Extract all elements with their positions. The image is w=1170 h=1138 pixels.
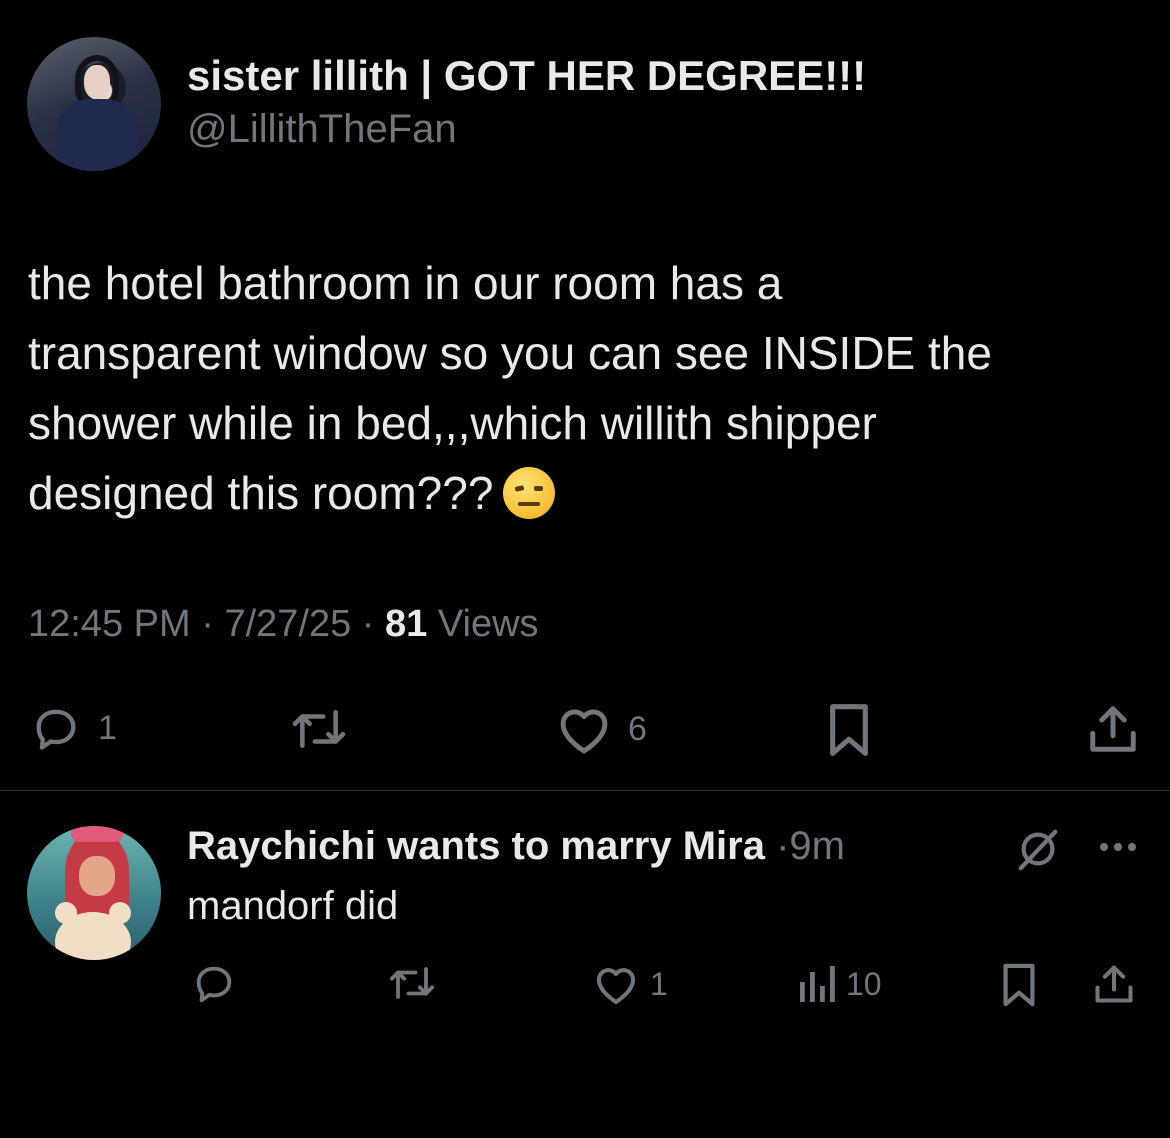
reply-separator: ·	[776, 824, 790, 868]
reply-time[interactable]: 9m	[789, 824, 845, 868]
reply-icon	[36, 709, 76, 750]
author-handle[interactable]: @LillithTheFan	[187, 107, 457, 152]
author-display-name[interactable]: sister lillith | GOT HER DEGREE!!!	[187, 52, 866, 100]
tweet-page: sister lillith | GOT HER DEGREE!!! @Lill…	[0, 0, 1170, 1138]
post-time[interactable]: 12:45 PM	[28, 603, 191, 645]
reply-views-button[interactable]: 10	[796, 964, 882, 1004]
like-icon	[597, 968, 635, 1004]
reply-button[interactable]: 1	[28, 702, 117, 754]
reply-bookmark-button[interactable]	[1000, 962, 1038, 1008]
reply-icon	[196, 966, 232, 1003]
meta-separator: ·	[201, 603, 214, 645]
reply-header: Raychichi wants to marry Mira ·9m	[187, 824, 845, 869]
post-text-line: designed this room???	[28, 458, 1138, 528]
reply-count: 1	[98, 708, 117, 747]
reply-share-button[interactable]	[1092, 962, 1136, 1006]
views-count: 81	[385, 603, 428, 645]
post-meta: 12:45 PM · 7/27/25 · 81 Views	[28, 603, 539, 646]
repost-button[interactable]	[286, 704, 352, 754]
share-icon	[1090, 706, 1136, 752]
share-icon	[1095, 965, 1133, 1003]
share-button[interactable]	[1086, 702, 1140, 756]
raised-eyebrow-emoji-icon	[503, 467, 556, 519]
grok-icon	[1018, 829, 1058, 871]
author-avatar[interactable]	[27, 37, 161, 171]
reply-like-button[interactable]: 1	[592, 962, 668, 1006]
repost-icon	[292, 710, 346, 748]
reply-views-count: 10	[846, 965, 882, 1002]
post-text-line: transparent window so you can see INSIDE…	[28, 327, 992, 379]
reply-reply-button[interactable]	[190, 960, 238, 1006]
bookmark-icon	[1003, 963, 1035, 1007]
reply-text: mandorf did	[187, 884, 399, 928]
meta-separator: ·	[361, 603, 375, 645]
reply-author-display-name[interactable]: Raychichi wants to marry Mira	[187, 824, 765, 868]
like-button[interactable]: 6	[554, 702, 647, 756]
reply-repost-button[interactable]	[384, 962, 440, 1004]
post-text-line: shower while in bed,,,which willith ship…	[28, 397, 877, 449]
post-date[interactable]: 7/27/25	[224, 603, 351, 645]
bookmark-icon	[830, 704, 868, 756]
reply-like-count: 1	[650, 965, 668, 1002]
divider	[0, 790, 1170, 791]
like-icon	[560, 709, 608, 754]
post-text-line: the hotel bathroom in our room has a	[28, 257, 783, 309]
bookmark-button[interactable]	[826, 702, 872, 758]
reply-author-avatar[interactable]	[27, 826, 161, 960]
views-icon	[800, 966, 835, 1002]
grok-button[interactable]	[1014, 826, 1062, 872]
views-label: Views	[437, 603, 539, 645]
post-text: the hotel bathroom in our room has a tra…	[28, 248, 1138, 528]
like-count: 6	[628, 709, 647, 748]
more-icon	[1100, 843, 1136, 851]
more-button[interactable]	[1098, 834, 1138, 860]
repost-icon	[389, 967, 435, 999]
